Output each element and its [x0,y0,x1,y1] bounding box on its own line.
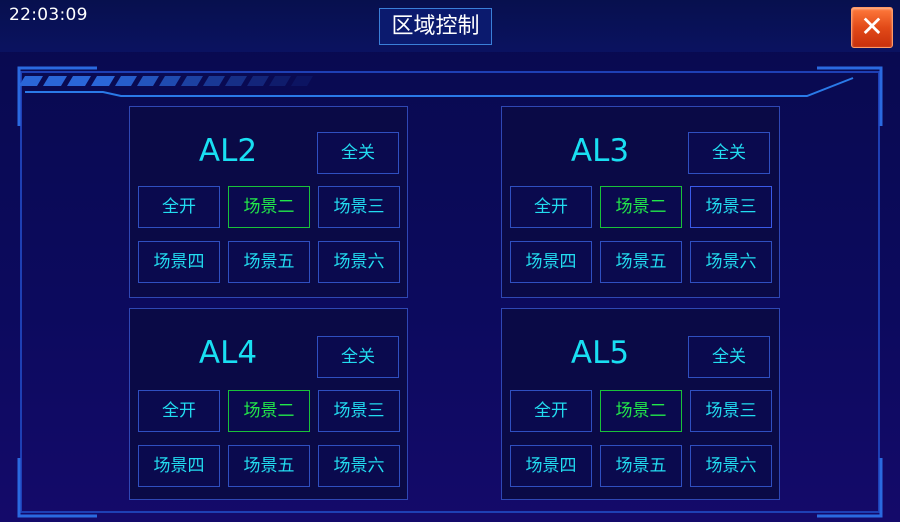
scene-2-button[interactable]: 场景二 [228,186,310,228]
all-on-button[interactable]: 全开 [138,186,220,228]
scene-3-button[interactable]: 场景三 [690,390,772,432]
scene-2-button[interactable]: 场景二 [600,186,682,228]
scene-2-button[interactable]: 场景二 [600,390,682,432]
scene-3-button[interactable]: 场景三 [318,390,400,432]
scene-4-button[interactable]: 场景四 [510,445,592,487]
all-off-button[interactable]: 全关 [317,132,399,174]
scene-5-button[interactable]: 场景五 [228,445,310,487]
close-icon: ✕ [860,10,884,43]
all-off-button[interactable]: 全关 [688,132,770,174]
all-off-button[interactable]: 全关 [688,336,770,378]
scene-6-button[interactable]: 场景六 [690,445,772,487]
all-on-button[interactable]: 全开 [138,390,220,432]
scene-2-button[interactable]: 场景二 [228,390,310,432]
scene-6-button[interactable]: 场景六 [690,241,772,283]
scene-5-button[interactable]: 场景五 [228,241,310,283]
close-button[interactable]: ✕ [851,7,893,48]
clock-time: 22:03:09 [9,5,88,25]
scene-5-button[interactable]: 场景五 [600,241,682,283]
scene-6-button[interactable]: 场景六 [318,241,400,283]
page-title: 区域控制 [379,8,492,45]
scene-4-button[interactable]: 场景四 [138,445,220,487]
zone-panel-al2: AL2 全关 全开 场景二 场景三 场景四 场景五 场景六 [129,106,408,298]
zone-panel-al4: AL4 全关 全开 场景二 场景三 场景四 场景五 场景六 [129,308,408,500]
zone-title: AL5 [570,335,630,371]
scene-3-button[interactable]: 场景三 [318,186,400,228]
top-bar: 22:03:09 区域控制 ✕ [0,0,900,52]
zone-panel-al3: AL3 全关 全开 场景二 场景三 场景四 场景五 场景六 [501,106,780,298]
scene-4-button[interactable]: 场景四 [138,241,220,283]
zone-title: AL4 [198,335,258,371]
all-on-button[interactable]: 全开 [510,390,592,432]
zone-title: AL2 [198,133,258,169]
scene-5-button[interactable]: 场景五 [600,445,682,487]
scene-4-button[interactable]: 场景四 [510,241,592,283]
scene-6-button[interactable]: 场景六 [318,445,400,487]
zone-title: AL3 [570,133,630,169]
scene-3-button[interactable]: 场景三 [690,186,772,228]
all-on-button[interactable]: 全开 [510,186,592,228]
zone-panel-al5: AL5 全关 全开 场景二 场景三 场景四 场景五 场景六 [501,308,780,500]
all-off-button[interactable]: 全关 [317,336,399,378]
